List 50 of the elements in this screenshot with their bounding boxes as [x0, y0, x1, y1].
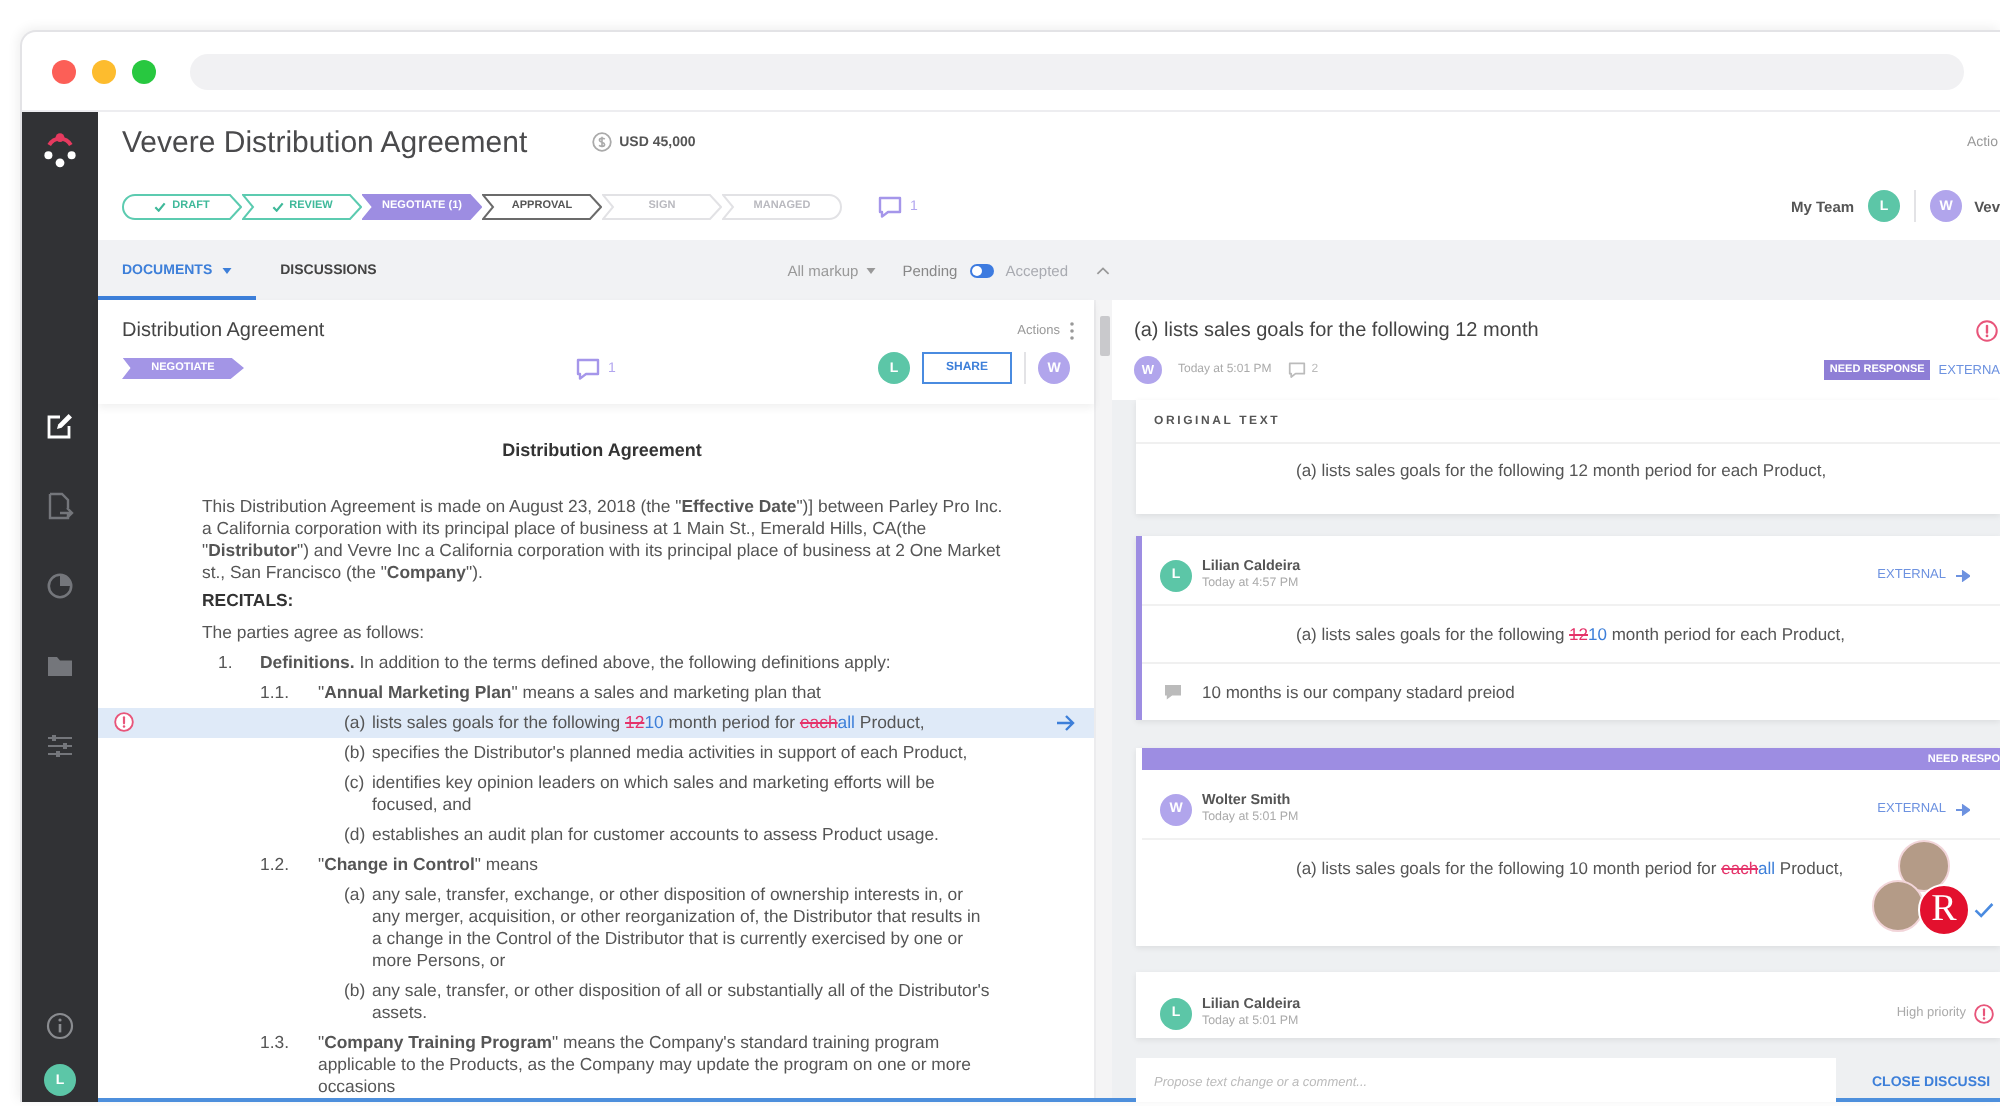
- clause-text: (a) any sale, transfer, exchange, or other disposition of ownership interests in, or any merger, acquisition, or other reorganization of, the Distributor that results in a change in the Control of the Distributor that is currently exercised by one or more Persons, or: [344, 883, 983, 971]
- logo-icon[interactable]: [40, 130, 80, 170]
- document-heading: Distribution Agreement: [500, 438, 704, 462]
- proposal-text: (a) lists sales goals for the following 1210 month period for each Product,: [1296, 621, 1846, 645]
- proposal-text: (a) lists sales goals for the following 10 month period for eachall Product,: [1296, 855, 1844, 879]
- edit-icon: [46, 412, 74, 440]
- toggle-switch[interactable]: [969, 263, 994, 277]
- folder-icon: [46, 652, 74, 680]
- comment-icon: [576, 357, 601, 379]
- window-minimize-icon[interactable]: [92, 59, 116, 83]
- pie-chart-icon: [46, 572, 74, 600]
- coin-icon: [591, 132, 612, 152]
- alert-icon: [1974, 1003, 1994, 1023]
- clause-text: (d) establishes an audit plan for customer accounts to assess Product usage.: [344, 823, 941, 845]
- chevron-up-icon[interactable]: [1096, 265, 1110, 275]
- document-title: Distribution Agreement: [122, 319, 325, 341]
- arrow-right-icon[interactable]: [1056, 713, 1076, 731]
- clause-text: 1. Definitions. In addition to the terms defined above, the following definitions apply:: [218, 651, 893, 673]
- window-maximize-icon[interactable]: [132, 59, 156, 83]
- comment-text: 10 months is our company stadard preiod: [1202, 681, 1515, 702]
- agreement-title: Vevere Distribution Agreement: [122, 125, 528, 159]
- check-icon: [271, 201, 284, 211]
- clause-text: (a) lists sales goals for the following 1210 month period for eachall Product,: [344, 711, 927, 733]
- info-icon[interactable]: [46, 1012, 74, 1040]
- clause-text: 1.3. "Company Training Program" means the Company's standard training program applicable to the Products, as the Company may update the program on one or more occasions: [260, 1031, 973, 1097]
- original-text: (a) lists sales goals for the following 12 month period for each Product,: [1294, 458, 1829, 482]
- caret-icon: [222, 267, 233, 273]
- arrow-right-icon: [1956, 569, 1970, 581]
- window-close-icon[interactable]: [52, 59, 76, 83]
- clause-text: (b) specifies the Distributor's planned media activities in support of each Product,: [344, 741, 970, 763]
- check-icon[interactable]: [1974, 901, 1994, 917]
- intro-paragraph: This Distribution Agreement is made on August 23, 2018 (the "Effective Date")] between Parley Pro Inc. a California corporation with its principal place of business at 1 Main St., Emerald Hills, CA(the "Distributor") and Vevre Inc a California corporation with its principal place of business at 2 One Market st., San Francisco (the "Company").: [200, 496, 1005, 584]
- alert-icon: [114, 712, 134, 732]
- sliders-icon: [46, 732, 74, 760]
- scrollbar-thumb[interactable]: [1099, 316, 1109, 356]
- comment-icon: [1164, 683, 1182, 700]
- scrollbar-track[interactable]: [1094, 300, 1112, 1098]
- section-heading: RECITALS:: [200, 590, 296, 612]
- check-icon: [154, 201, 167, 211]
- comment-icon: [1287, 362, 1306, 378]
- paragraph: The parties agree as follows:: [200, 621, 427, 643]
- clause-text: (b) any sale, transfer, or other disposition of all or substantially all of the Distributor's assets.: [344, 979, 992, 1023]
- clause-text: (c) identifies key opinion leaders on which sales and marketing efforts will be focused, and: [344, 771, 937, 815]
- caret-icon: [866, 267, 877, 273]
- document-icon: [46, 492, 74, 520]
- clause-text: 1.1. "Annual Marketing Plan" means a sales and marketing plan that: [260, 681, 823, 703]
- arrow-right-icon: [1956, 803, 1970, 815]
- discussion-title: (a) lists sales goals for the following 12 month: [1134, 319, 1539, 341]
- clause-text: 1.2. "Change in Control" means: [260, 853, 540, 875]
- comment-icon: [878, 195, 902, 217]
